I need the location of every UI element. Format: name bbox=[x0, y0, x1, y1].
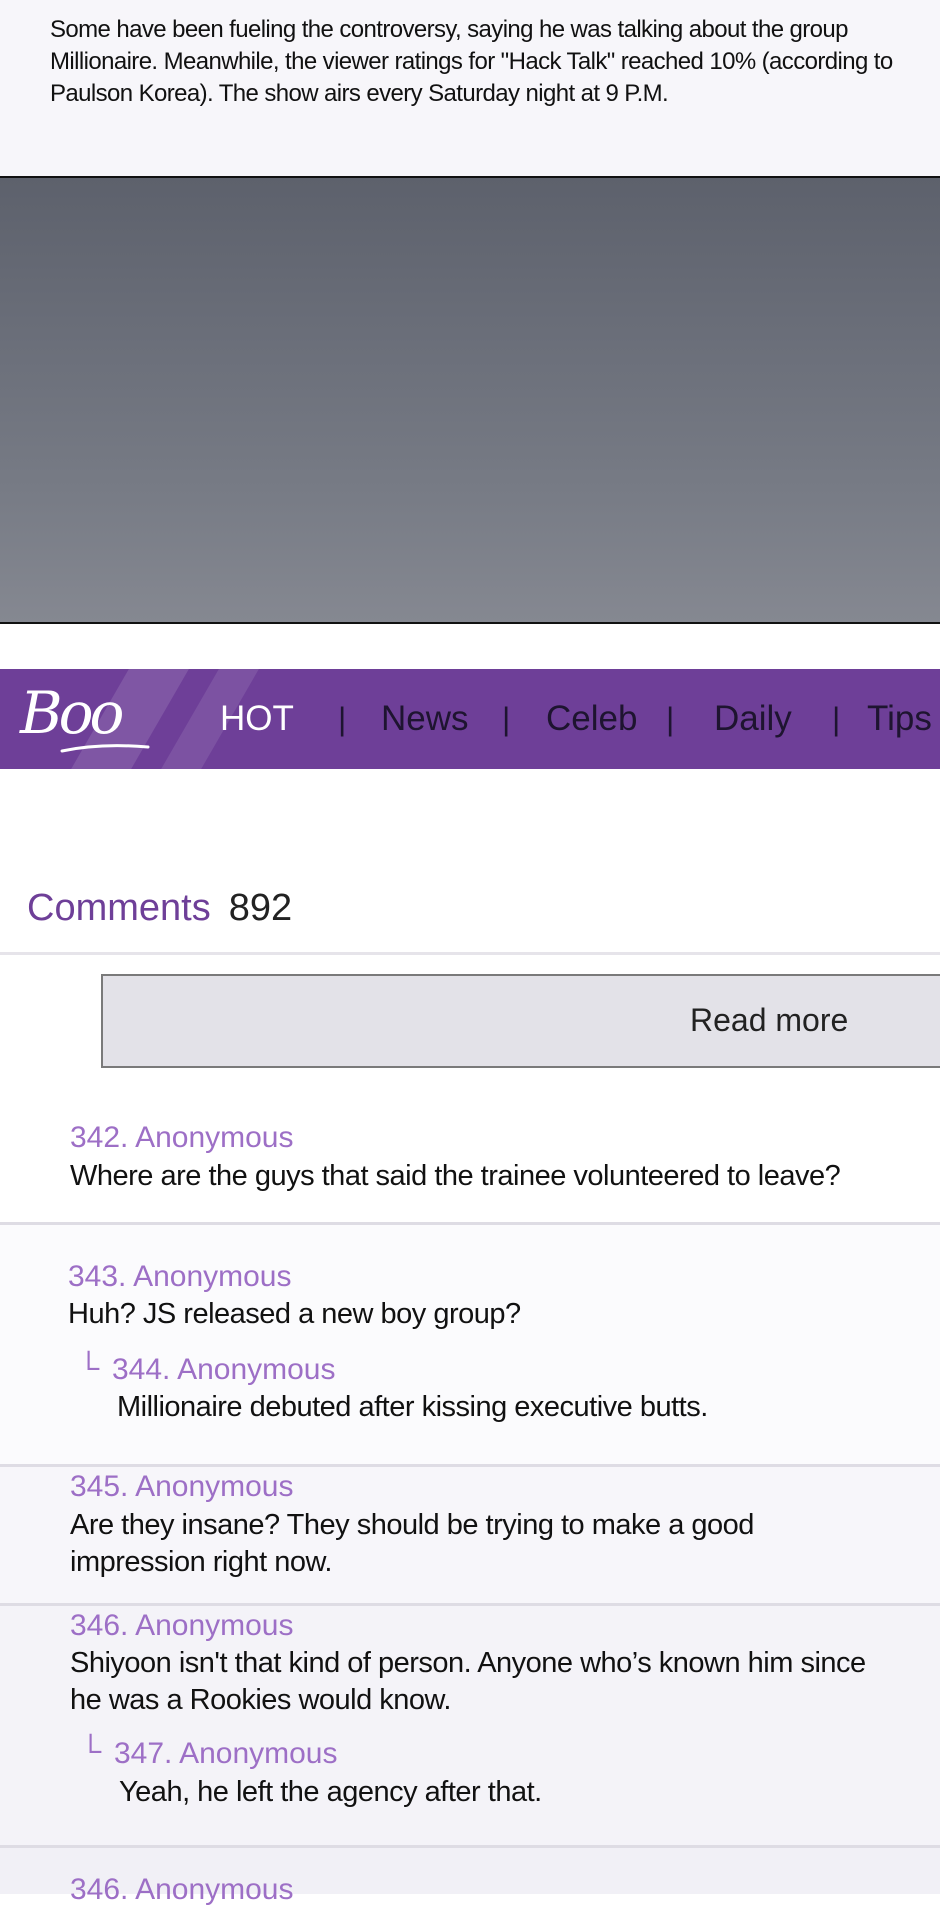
comment-author[interactable]: 345. Anonymous bbox=[70, 1469, 294, 1505]
article-body: Some have been fueling the controversy, … bbox=[50, 14, 940, 110]
comments-header: Comments 892 bbox=[27, 886, 292, 930]
reply-author[interactable]: 347. Anonymous bbox=[114, 1736, 338, 1772]
nav-item-tips[interactable]: Tips bbox=[867, 699, 932, 739]
site-logo[interactable]: Boo bbox=[20, 679, 124, 747]
comment-text: impression right now. bbox=[70, 1546, 332, 1578]
comment-author[interactable]: 346. Anonymous bbox=[70, 1872, 294, 1908]
reply-indicator-icon: └ bbox=[78, 1352, 100, 1385]
nav-item-daily[interactable]: Daily bbox=[714, 699, 792, 739]
comment-text: Huh? JS released a new boy group? bbox=[68, 1298, 521, 1330]
read-more-label: Read more bbox=[690, 1002, 849, 1038]
logo-swoosh-icon bbox=[60, 744, 150, 753]
nav-separator: | bbox=[338, 701, 347, 737]
nav-separator: | bbox=[502, 701, 511, 737]
article-line: Some have been fueling the controversy, … bbox=[50, 16, 848, 43]
nav-separator: | bbox=[666, 701, 675, 737]
nav-item-hot[interactable]: HOT bbox=[220, 699, 294, 739]
site-navbar: Boo HOT | News | Celeb | Daily | Tips bbox=[0, 669, 940, 769]
article-line: Millionaire. Meanwhile, the viewer ratin… bbox=[50, 48, 893, 75]
reply-indicator-icon: └ bbox=[80, 1735, 102, 1768]
comment-item: 346. Anonymous Shiyoon isn't that kind o… bbox=[0, 1606, 940, 1848]
comment-text: Where are the guys that said the trainee… bbox=[70, 1160, 841, 1192]
read-more-button[interactable]: Read more bbox=[101, 974, 940, 1068]
nav-item-news[interactable]: News bbox=[381, 699, 469, 739]
comments-count: 892 bbox=[228, 887, 293, 929]
comment-item: 342. Anonymous Where are the guys that s… bbox=[0, 1070, 940, 1225]
nav-item-celeb[interactable]: Celeb bbox=[546, 699, 637, 739]
comments-title: Comments bbox=[27, 887, 211, 929]
reply-author[interactable]: 344. Anonymous bbox=[112, 1352, 336, 1388]
comment-text: he was a Rookies would know. bbox=[70, 1684, 451, 1716]
article-section: Some have been fueling the controversy, … bbox=[0, 0, 940, 176]
comment-author[interactable]: 343. Anonymous bbox=[68, 1259, 292, 1295]
reply-text: Millionaire debuted after kissing execut… bbox=[117, 1391, 708, 1423]
reply-text: Yeah, he left the agency after that. bbox=[119, 1776, 542, 1808]
comment-author[interactable]: 342. Anonymous bbox=[70, 1120, 294, 1156]
comment-item: 346. Anonymous bbox=[0, 1848, 940, 1906]
comment-item: 345. Anonymous Are they insane? They sho… bbox=[0, 1467, 940, 1606]
article-image bbox=[0, 176, 940, 624]
article-line: Paulson Korea). The show airs every Satu… bbox=[50, 80, 669, 107]
divider bbox=[0, 952, 940, 955]
nav-separator: | bbox=[832, 701, 841, 737]
comment-text: Are they insane? They should be trying t… bbox=[70, 1509, 754, 1541]
comment-item: 343. Anonymous Huh? JS released a new bo… bbox=[0, 1225, 940, 1467]
comments-list: 342. Anonymous Where are the guys that s… bbox=[0, 1070, 940, 1906]
comment-text: Shiyoon isn't that kind of person. Anyon… bbox=[70, 1647, 866, 1679]
comment-author[interactable]: 346. Anonymous bbox=[70, 1608, 294, 1644]
